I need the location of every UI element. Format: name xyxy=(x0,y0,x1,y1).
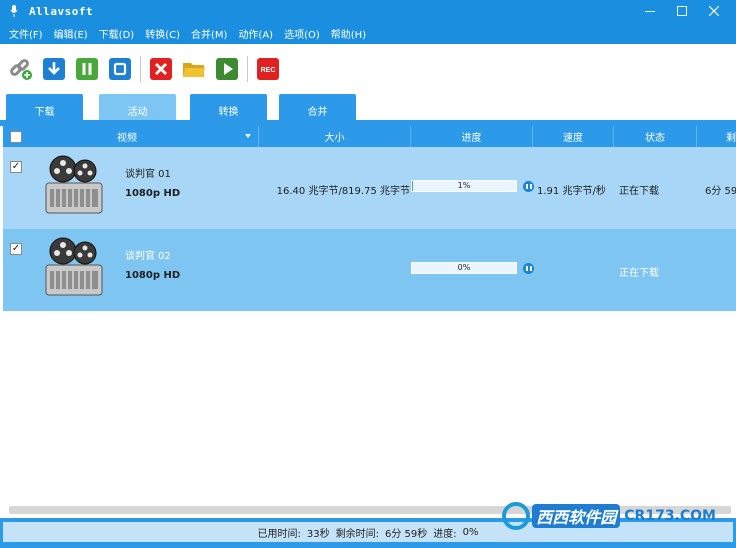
row-pause-icon[interactable] xyxy=(523,263,534,274)
record-button[interactable]: REC xyxy=(256,57,280,81)
video-thumbnail-icon xyxy=(45,155,103,214)
download-button[interactable] xyxy=(42,57,66,81)
minimize-icon xyxy=(645,11,655,12)
menu-convert[interactable]: 转换(C) xyxy=(145,26,180,41)
row-checkbox[interactable]: ✓ xyxy=(10,161,22,173)
link-icon xyxy=(10,59,32,80)
play-button[interactable] xyxy=(215,57,239,81)
progress-label: 进度: xyxy=(433,528,457,540)
maximize-icon xyxy=(677,6,687,16)
row-checkbox[interactable]: ✓ xyxy=(10,243,22,255)
delete-button[interactable] xyxy=(149,57,173,81)
tab-strip: 下载 活动 转换 合并 xyxy=(0,90,736,126)
download-status: 正在下载 xyxy=(619,268,659,279)
video-name: 谈判官 01 xyxy=(125,169,171,180)
watermark-domain: CR173.COM xyxy=(624,508,716,524)
menu-action[interactable]: 动作(A) xyxy=(238,26,273,41)
elapsed-label: 已用时间: xyxy=(257,528,301,540)
app-title: Allavsoft xyxy=(29,4,94,18)
svg-text:REC: REC xyxy=(261,67,276,74)
column-status[interactable]: 状态 xyxy=(614,126,697,147)
column-remaining[interactable]: 剩 xyxy=(697,126,736,147)
menu-file[interactable]: 文件(F) xyxy=(9,26,43,41)
rec-icon: REC xyxy=(257,58,279,80)
progress-value: 0% xyxy=(462,526,479,538)
video-quality: 1080p HD xyxy=(125,270,181,281)
remaining-value: 6分 59秒 xyxy=(384,528,428,540)
video-name: 谈判官 02 xyxy=(125,251,171,262)
stop-icon xyxy=(109,58,131,80)
progress-text: 1% xyxy=(457,181,471,190)
watermark-c-icon xyxy=(502,502,531,530)
menu-help[interactable]: 帮助(H) xyxy=(331,26,366,41)
elapsed-value: 33秒 xyxy=(306,528,330,540)
app-logo-icon xyxy=(9,5,19,17)
video-size: 16.40 兆字节/819.75 兆字节 xyxy=(276,186,410,197)
toolbar: REC xyxy=(0,48,736,90)
menu-download[interactable]: 下载(D) xyxy=(99,26,135,41)
column-progress[interactable]: 进度 xyxy=(411,126,533,147)
close-icon xyxy=(709,6,719,16)
column-speed[interactable]: 速度 xyxy=(533,126,614,147)
download-status: 正在下载 xyxy=(619,186,659,197)
minimize-button[interactable] xyxy=(634,0,666,22)
play-icon xyxy=(216,58,238,80)
folder-icon xyxy=(183,63,205,77)
table-row[interactable]: ✓ 谈判官 02 1080p HD 0% 正在下载 xyxy=(3,229,736,311)
watermark-text: 西西软件园 xyxy=(532,504,621,528)
remaining-label: 剩余时间: xyxy=(335,528,379,540)
title-bar: Allavsoft xyxy=(0,0,736,22)
column-video[interactable]: 视频 xyxy=(3,126,259,147)
select-all-checkbox[interactable] xyxy=(10,130,22,143)
delete-icon xyxy=(150,58,172,80)
column-size[interactable]: 大小 xyxy=(259,126,411,147)
pause-button[interactable] xyxy=(75,57,99,81)
stop-button[interactable] xyxy=(108,57,132,81)
row-pause-icon[interactable] xyxy=(523,181,534,192)
open-folder-button[interactable] xyxy=(182,57,206,81)
close-button[interactable] xyxy=(698,0,730,22)
table-row[interactable]: ✓ 谈判官 01 1080p HD 16.40 兆字节/819.75 兆字节 1… xyxy=(3,147,736,229)
menu-options[interactable]: 选项(O) xyxy=(284,26,320,41)
video-thumbnail-icon xyxy=(45,237,103,296)
menu-merge[interactable]: 合并(M) xyxy=(191,26,227,41)
sort-arrow-icon xyxy=(245,134,251,138)
progress-bar: 0% xyxy=(411,262,517,274)
remaining-time: 6分 59秒 xyxy=(705,186,736,197)
progress-bar: 1% xyxy=(411,180,517,192)
table-header: 视频 大小 进度 速度 状态 剩 xyxy=(3,126,736,147)
download-icon xyxy=(43,58,65,80)
menu-bar: 文件(F) 编辑(E) 下载(D) 转换(C) 合并(M) 动作(A) 选项(O… xyxy=(0,22,736,44)
maximize-button[interactable] xyxy=(666,0,698,22)
pause-icon xyxy=(76,58,98,80)
progress-text: 0% xyxy=(457,263,471,272)
menu-edit[interactable]: 编辑(E) xyxy=(54,26,88,41)
download-speed: 1.91 兆字节/秒 xyxy=(537,186,606,197)
watermark-logo: 西西软件园 CR173.COM xyxy=(502,500,716,532)
paste-link-button[interactable] xyxy=(9,57,33,81)
video-quality: 1080p HD xyxy=(125,188,181,199)
